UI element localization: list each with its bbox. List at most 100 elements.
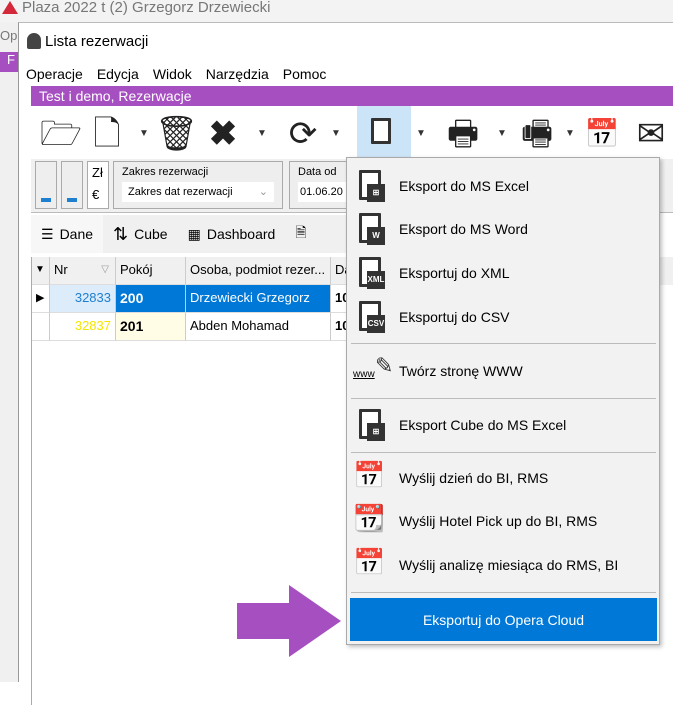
tab-dane[interactable]: ☰ Dane <box>31 215 104 253</box>
tab-report[interactable]: 🗎 <box>285 215 316 253</box>
cube-rotate-icon: ⇅ <box>113 223 129 244</box>
slider-1[interactable] <box>35 161 57 209</box>
sort-icon: ▽ <box>101 264 109 275</box>
column-header-room[interactable]: Pokój <box>116 257 186 285</box>
column-header-nr[interactable]: Nr ▽ <box>50 257 116 285</box>
menu-item-create-www[interactable]: www ✎ Twórz stronę WWW <box>351 351 656 391</box>
fax-icon[interactable]: 🖷 <box>513 111 561 157</box>
menu-item-label: Wyślij Hotel Pick up do BI, RMS <box>399 513 598 529</box>
tab-label: Cube <box>134 226 168 242</box>
print-icon[interactable]: 🖶 <box>439 111 487 157</box>
new-dropdown[interactable]: ▼ <box>139 128 149 139</box>
row-pointer-icon: ▶ <box>32 285 50 313</box>
range-value: Zakres dat rezerwacji <box>128 186 233 198</box>
cell-nr: 32837 <box>50 313 116 341</box>
export-icon[interactable] <box>357 106 411 162</box>
menu-item-export-csv[interactable]: CSV Eksportuj do CSV <box>351 297 656 337</box>
toolbar: 🗁 🗋 ▼ 🗑 ✖ ▼ ⟳ ▼ ▼ 🖶 ▼ 🖷 ▼ 📅 ✉ <box>31 106 673 162</box>
menu-item-label: Eksport do MS Word <box>399 221 528 237</box>
menu-item-export-word[interactable]: W Eksport do MS Word <box>351 209 656 249</box>
export-dropdown-menu: ⊞ Eksport do MS Excel W Eksport do MS Word… <box>346 157 660 645</box>
menu-item-export-cube-excel[interactable]: ⊞ Eksport Cube do MS Excel <box>351 405 656 445</box>
export-dropdown[interactable]: ▼ <box>416 128 426 139</box>
menu-item-label: Twórz stronę WWW <box>399 363 523 379</box>
row-selector-header[interactable]: ▼ <box>32 257 50 285</box>
menu-widok[interactable]: Widok <box>146 63 199 85</box>
currency-box[interactable]: Zł € <box>87 161 109 209</box>
new-document-icon[interactable]: 🗋 <box>89 111 125 157</box>
menu-edycja[interactable]: Edycja <box>90 63 146 85</box>
menu-item-export-excel[interactable]: ⊞ Eksport do MS Excel <box>351 166 656 206</box>
cell-person: Drzewiecki Grzegorz <box>186 285 331 313</box>
calendar-search-icon[interactable]: 📅 <box>579 111 625 157</box>
menubar: Operacje Edycja Widok Narzędzia Pomoc <box>19 63 673 85</box>
calendar-wrench-icon: 📅 <box>353 460 386 490</box>
close-x-icon[interactable]: ✖ <box>199 111 247 157</box>
slider-2[interactable] <box>61 161 83 209</box>
refresh-icon[interactable]: ⟳ <box>281 111 325 157</box>
excel-export-icon: ⊞ <box>353 168 389 204</box>
range-select[interactable]: Zakres dat rezerwacji ⌄ <box>122 182 274 202</box>
calendar-upload-icon: 📅 <box>353 547 386 577</box>
refresh-dropdown[interactable]: ▼ <box>331 128 341 139</box>
menu-item-label: Eksportuj do CSV <box>399 309 510 325</box>
range-label: Zakres rezerwacji <box>122 166 209 178</box>
chevron-down-icon: ⌄ <box>258 186 268 198</box>
menu-operacje[interactable]: Operacje <box>19 63 90 85</box>
print-dropdown[interactable]: ▼ <box>497 128 507 139</box>
cell-nr: 32833 <box>50 285 116 313</box>
row-selector <box>32 313 50 341</box>
cell-room: 200 <box>116 285 186 313</box>
menu-item-export-opera-cloud[interactable]: Eksportuj do Opera Cloud <box>350 598 657 641</box>
percent-document-icon: 🗎 <box>295 224 307 240</box>
fax-dropdown[interactable]: ▼ <box>565 128 575 139</box>
background-menu: Op <box>0 28 18 43</box>
menu-item-label: Wyślij analizę miesiąca do RMS, BI <box>399 557 619 573</box>
menu-item-label: Eksportuj do Opera Cloud <box>422 611 585 628</box>
list-icon: ☰ <box>41 225 54 242</box>
menu-item-send-pickup-bi[interactable]: 📆 Wyślij Hotel Pick up do BI, RMS <box>351 501 656 541</box>
section-band: Test i demo, Rezerwacje <box>31 86 673 106</box>
calendar-person-icon: 📆 <box>353 503 386 533</box>
delete-dropdown[interactable]: ▼ <box>257 128 267 139</box>
background-window <box>0 22 20 682</box>
window-title: Lista rezerwacji <box>19 23 673 61</box>
open-folder-icon[interactable]: 🗁 <box>39 111 83 157</box>
menu-item-label: Eksport Cube do MS Excel <box>399 417 567 433</box>
menu-item-send-day-bi[interactable]: 📅 Wyślij dzień do BI, RMS <box>351 458 656 498</box>
xml-export-icon: XML <box>353 255 389 291</box>
app-logo-icon <box>2 1 18 14</box>
menu-item-send-month-analysis[interactable]: 📅 Wyślij analizę miesiąca do RMS, BI <box>351 545 656 585</box>
menu-item-export-xml[interactable]: XML Eksportuj do XML <box>351 253 656 293</box>
csv-export-icon: CSV <box>353 299 389 335</box>
header-label: Nr <box>54 262 68 277</box>
tab-dashboard[interactable]: ▦ Dashboard <box>178 215 286 253</box>
menu-narzedzia[interactable]: Narzędzia <box>199 63 276 85</box>
range-group: Zakres rezerwacji Zakres dat rezerwacji ⌄ <box>113 161 283 209</box>
cell-room: 201 <box>116 313 186 341</box>
view-tabs: ☰ Dane ⇅ Cube ▦ Dashboard 🗎 <box>31 215 371 253</box>
menu-separator <box>351 592 656 593</box>
user-icon <box>27 33 41 49</box>
tab-label: Dane <box>59 226 94 242</box>
www-pen-icon: www ✎ <box>353 353 394 380</box>
trash-icon[interactable]: 🗑 <box>155 111 198 157</box>
background-band: F <box>0 52 20 72</box>
currency-pln: Zł <box>92 165 103 180</box>
currency-eur: € <box>92 187 100 202</box>
word-export-icon: W <box>353 211 389 247</box>
app-title-bar: Plaza 2022 t (2) Grzegorz Drzewiecki <box>0 0 673 22</box>
mail-clock-icon[interactable]: ✉ <box>629 111 673 157</box>
menu-separator <box>351 452 656 453</box>
menu-pomoc[interactable]: Pomoc <box>276 63 334 85</box>
tab-label: Dashboard <box>206 226 276 242</box>
app-title: Plaza 2022 t (2) Grzegorz Drzewiecki <box>22 0 271 16</box>
dashboard-icon: ▦ <box>187 225 201 242</box>
menu-separator <box>351 343 656 344</box>
tab-cube[interactable]: ⇅ Cube <box>103 215 178 253</box>
menu-item-label: Eksport do MS Excel <box>399 178 529 194</box>
cell-person: Abden Mohamad <box>186 313 331 341</box>
menu-item-label: Eksportuj do XML <box>399 265 510 281</box>
menu-separator <box>351 398 656 399</box>
column-header-person[interactable]: Osoba, podmiot rezer... <box>186 257 331 285</box>
